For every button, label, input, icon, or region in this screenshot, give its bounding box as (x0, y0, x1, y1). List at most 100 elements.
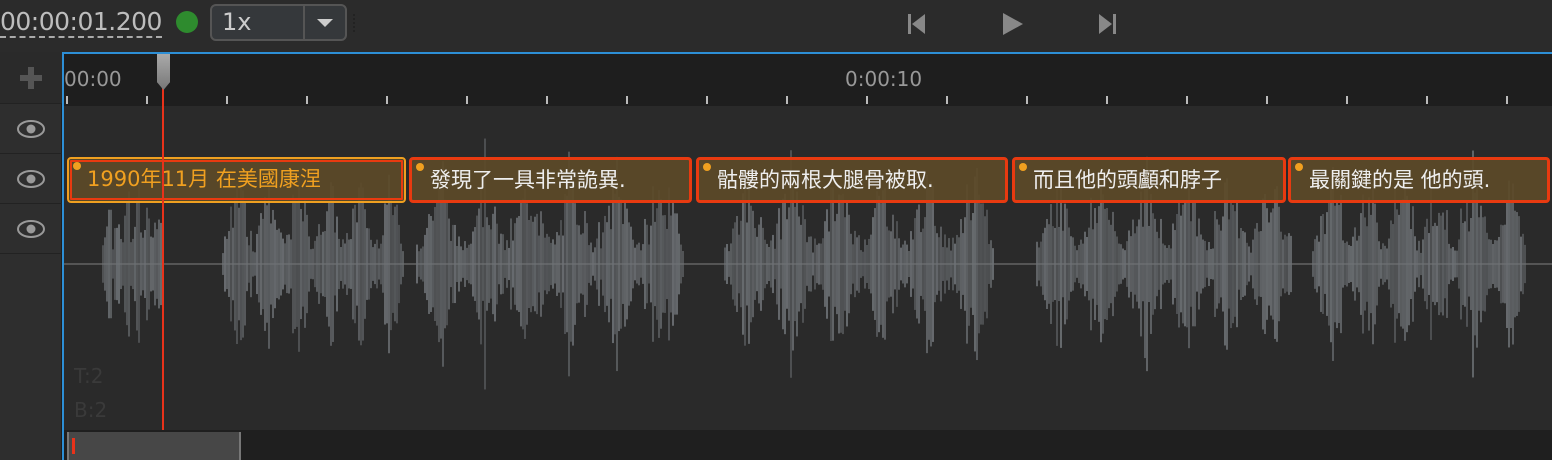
waveform-bar (1374, 203, 1376, 325)
waveform-bar (914, 218, 916, 310)
skip-forward-icon[interactable] (1097, 12, 1119, 36)
waveform-bar (660, 199, 662, 329)
waveform-bar (516, 217, 518, 311)
waveform-bar (1524, 244, 1526, 284)
waveform-bar (362, 187, 364, 341)
waveform-bar (754, 228, 756, 300)
waveform-bar (558, 235, 560, 293)
waveform-bar (334, 232, 336, 296)
waveform-bar (1190, 221, 1192, 307)
waveform-bar (332, 186, 334, 342)
waveform-bar (778, 208, 780, 320)
waveform-bar (394, 206, 396, 322)
waveform-bar (1486, 232, 1488, 296)
scrollbar-thumb[interactable] (67, 432, 241, 460)
track-visibility-toggle[interactable] (0, 204, 62, 254)
waveform-bar (124, 215, 126, 313)
waveform-bar (1372, 183, 1374, 345)
waveform-bar (430, 215, 432, 313)
waveform-bar (1228, 219, 1230, 309)
add-track-button[interactable] (0, 52, 62, 104)
playhead[interactable] (162, 54, 164, 430)
waveform-bar (1180, 215, 1182, 313)
chevron-down-icon[interactable] (305, 6, 345, 39)
waveform-bar (942, 247, 944, 281)
waveform-bar (1500, 224, 1502, 304)
track-visibility-toggle[interactable] (0, 154, 62, 204)
waveform-bar (1240, 228, 1242, 300)
waveform-bar (1456, 250, 1458, 278)
waveform-bar (1412, 206, 1414, 322)
waveform-bar (246, 236, 248, 292)
waveform-bar (1050, 204, 1052, 324)
horizontal-scrollbar[interactable] (64, 430, 1552, 460)
waveform-bar (876, 191, 878, 337)
subtitle-clip[interactable]: 骷髏的兩根大腿骨被取. (696, 157, 1008, 203)
waveform-bar (134, 226, 136, 302)
waveform-bar (1326, 212, 1328, 316)
waveform-bar (462, 250, 464, 278)
waveform-bar (434, 206, 436, 322)
waveform-bar (728, 251, 730, 277)
waveform-bar (1442, 212, 1444, 316)
waveform-bar (1390, 220, 1392, 308)
waveform-bar (772, 234, 774, 294)
waveform-bar (490, 229, 492, 299)
waveform-bar (396, 204, 398, 324)
waveform-bar (910, 231, 912, 297)
waveform-bar (526, 203, 528, 325)
waveform-bar (860, 250, 862, 278)
waveform-bar (932, 186, 934, 342)
waveform-bar (454, 224, 456, 304)
waveform-bar (236, 183, 238, 345)
waveform-bar (1126, 241, 1128, 287)
waveform-bar (270, 223, 272, 305)
waveform-bar (1510, 200, 1512, 328)
subtitle-clip[interactable]: 最關鍵的是 他的頭. (1288, 157, 1550, 203)
waveform-bar (470, 243, 472, 285)
waveform-bar (528, 219, 530, 309)
waveform-bar (864, 239, 866, 289)
skip-back-icon[interactable] (905, 12, 927, 36)
waveform-bar (226, 238, 228, 290)
subtitle-clip[interactable]: 發現了一具非常詭異. (409, 157, 692, 203)
time-ruler[interactable]: 00:00 0:00:10 (64, 54, 1552, 106)
waveform-bar (1274, 189, 1276, 339)
waveform-bar (1070, 236, 1072, 292)
waveform-bar (318, 224, 320, 304)
waveform-bar (930, 181, 932, 347)
play-icon[interactable] (1001, 12, 1023, 36)
waveform-bar (336, 216, 338, 312)
subtitle-clip[interactable]: 而且他的頭顱和脖子 (1012, 157, 1286, 203)
waveform-bar (854, 230, 856, 298)
waveform-bar (1280, 231, 1282, 297)
waveform-bar (760, 217, 762, 311)
waveform-bar (960, 219, 962, 309)
subtitle-clip[interactable]: 1990年11月 在美國康涅 (67, 157, 406, 203)
current-time[interactable]: 00:00:01.200 (0, 8, 162, 38)
waveform-bar (1248, 246, 1250, 282)
waveform-bar (496, 223, 498, 305)
waveform-bar (1446, 210, 1448, 318)
waveform-bar (1048, 224, 1050, 304)
waveform-bar (1176, 214, 1178, 314)
waveform-bar (740, 220, 742, 308)
waveform-bar (1502, 225, 1504, 303)
waveform-bar (672, 202, 674, 326)
clip-marker (416, 163, 424, 171)
timeline[interactable]: 00:00 0:00:10 1990年11月 在美國康涅 發現了一具非常詭異. … (62, 52, 1552, 460)
waveform-bar (1414, 236, 1416, 292)
waveform-bar (1360, 213, 1362, 315)
waveform-bar (1250, 252, 1252, 276)
waveform-bar (158, 219, 160, 309)
speed-select[interactable]: 1x (210, 4, 347, 41)
waveform-bar (1238, 238, 1240, 290)
ruler-tick (1106, 96, 1108, 104)
track-visibility-toggle[interactable] (0, 104, 62, 154)
waveform-bar (968, 202, 970, 326)
waveform-bar (856, 237, 858, 291)
waveform-bar (1106, 207, 1108, 321)
waveform-bar (838, 194, 840, 334)
add-icon (20, 66, 42, 89)
waveform-bar (746, 222, 748, 306)
